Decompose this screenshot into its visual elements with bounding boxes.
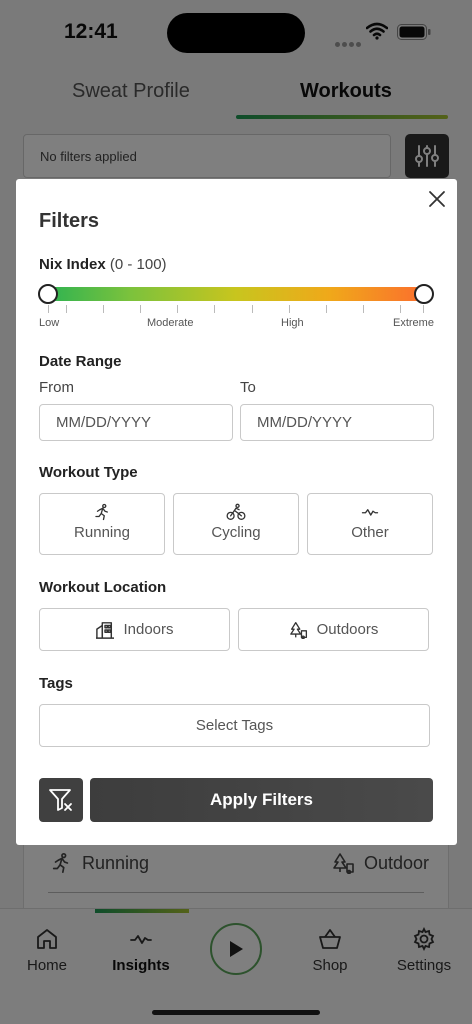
running-icon bbox=[95, 503, 108, 521]
apply-filters-button[interactable]: Apply Filters bbox=[90, 778, 433, 822]
workout-location-heading: Workout Location bbox=[39, 579, 167, 596]
location-outdoors-button[interactable]: Outdoors bbox=[238, 608, 429, 651]
cycling-icon bbox=[226, 503, 246, 520]
to-date-input[interactable] bbox=[240, 404, 434, 441]
workout-type-heading: Workout Type bbox=[39, 464, 138, 481]
scale-label-high: High bbox=[281, 317, 304, 329]
close-icon[interactable] bbox=[426, 188, 448, 210]
clear-filters-button[interactable] bbox=[39, 778, 83, 822]
workout-type-running-button[interactable]: Running bbox=[39, 493, 165, 555]
building-icon bbox=[96, 621, 115, 639]
filter-clear-icon bbox=[49, 789, 72, 811]
select-tags-button[interactable]: Select Tags bbox=[39, 704, 430, 747]
scale-label-low: Low bbox=[39, 317, 60, 329]
modal-title: Filters bbox=[39, 210, 100, 232]
scale-label-extreme: Extreme bbox=[393, 317, 434, 329]
date-range-heading: Date Range bbox=[39, 353, 122, 370]
from-date-input[interactable] bbox=[39, 404, 233, 441]
activity-icon bbox=[361, 509, 379, 516]
tags-heading: Tags bbox=[39, 675, 73, 692]
nix-index-slider-track[interactable] bbox=[48, 287, 424, 301]
nix-index-heading: Nix Index (0 - 100) bbox=[39, 256, 167, 273]
workout-type-cycling-button[interactable]: Cycling bbox=[173, 493, 299, 555]
from-label: From bbox=[39, 379, 74, 396]
filters-modal: Filters Nix Index (0 - 100) Low Moderate… bbox=[16, 179, 457, 845]
workout-type-other-button[interactable]: Other bbox=[307, 493, 433, 555]
scale-label-moderate: Moderate bbox=[147, 317, 194, 329]
to-label: To bbox=[240, 379, 256, 396]
location-indoors-button[interactable]: Indoors bbox=[39, 608, 230, 651]
nix-index-max-handle[interactable] bbox=[414, 284, 434, 304]
slider-ticks bbox=[48, 305, 424, 313]
nix-index-min-handle[interactable] bbox=[38, 284, 58, 304]
trees-icon bbox=[289, 621, 307, 639]
